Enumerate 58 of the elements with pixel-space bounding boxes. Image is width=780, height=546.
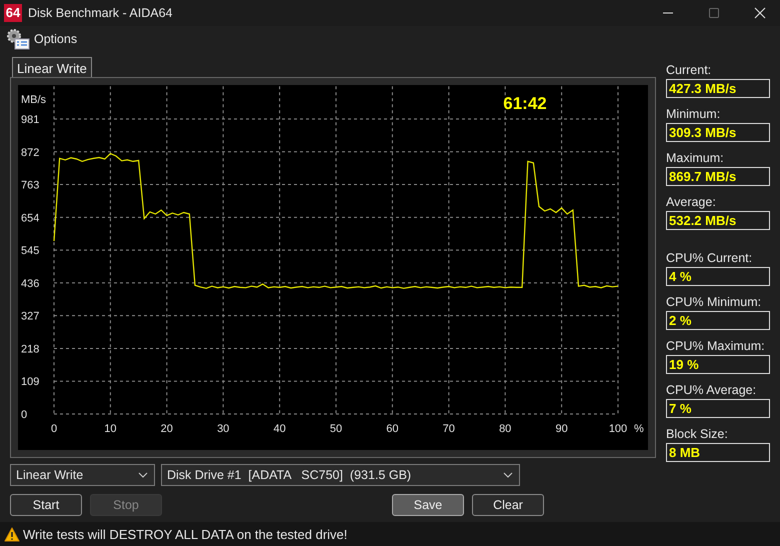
tick-label: 100 — [608, 423, 628, 436]
maximize-icon[interactable] — [708, 6, 720, 19]
tick-label: 20 — [160, 423, 173, 436]
readout-value: 4 % — [666, 267, 770, 286]
tick-label: 0 — [50, 423, 58, 436]
readout-value: 7 % — [666, 399, 770, 418]
readout-value: 869.7 MB/s — [666, 167, 770, 186]
readout-value: 8 MB — [666, 443, 770, 462]
axis-unit-label: MB/s — [21, 94, 46, 106]
tick-label: 654 — [21, 212, 40, 225]
button[interactable]: Clear — [472, 494, 544, 516]
tick-label: 50 — [330, 423, 342, 436]
readout-label: Average: — [666, 194, 717, 210]
axis-unit-label: % — [634, 423, 644, 436]
warning-message: Write tests will DESTROY ALL DATA on the tested drive! — [23, 526, 348, 542]
tick-label: 327 — [21, 310, 40, 323]
readout-value: 532.2 MB/s — [666, 211, 770, 230]
gear-list-icon[interactable] — [6, 28, 30, 50]
close-icon[interactable] — [754, 6, 766, 19]
tick-label: 218 — [21, 344, 40, 356]
tick-label: 90 — [555, 423, 568, 436]
tick-label: 763 — [21, 180, 40, 192]
readout-label: CPU% Minimum: — [666, 294, 762, 310]
readout-label: CPU% Maximum: — [666, 338, 766, 354]
tick-label: 981 — [21, 114, 40, 126]
tick-label: 70 — [442, 423, 455, 436]
readout-label: Maximum: — [666, 150, 725, 166]
tick-label: 40 — [273, 423, 286, 436]
readout-label: Minimum: — [666, 106, 722, 122]
button[interactable]: Start — [10, 494, 82, 516]
tick-label: 545 — [21, 245, 40, 258]
readout-label: Current: — [666, 62, 712, 78]
tick-label: 436 — [21, 278, 40, 290]
readout-value: 2 % — [666, 311, 770, 330]
elapsed-time: 61:42 — [503, 94, 547, 114]
tick-label: 0 — [21, 409, 28, 422]
tick-label: 80 — [499, 423, 512, 436]
warning-icon — [4, 526, 20, 542]
app-icon: 64 — [4, 4, 22, 22]
tick-label: 60 — [386, 423, 399, 436]
readout-label: CPU% Average: — [666, 382, 758, 398]
tick-label: 10 — [104, 423, 117, 436]
caret-icon — [503, 472, 513, 478]
window-title: Disk Benchmark - AIDA64 — [28, 6, 174, 20]
tick-label: 109 — [21, 376, 40, 389]
readout-label: CPU% Current: — [666, 250, 754, 266]
tab[interactable]: Linear Write — [12, 57, 92, 78]
readout-value: 427.3 MB/s — [666, 79, 770, 98]
readout-value: 19 % — [666, 355, 770, 374]
options-menu[interactable]: Options — [34, 32, 78, 46]
tick-label: 872 — [21, 147, 40, 160]
caret-icon — [138, 472, 148, 478]
readout-label: Block Size: — [666, 426, 729, 442]
tick-label: 30 — [217, 423, 230, 436]
dropdown[interactable]: Disk Drive #1 [ADATA SC750] (931.5 GB) — [161, 464, 520, 486]
dropdown[interactable]: Linear Write — [10, 464, 155, 486]
button[interactable]: Save — [392, 494, 464, 516]
readout-value: 309.3 MB/s — [666, 123, 770, 142]
